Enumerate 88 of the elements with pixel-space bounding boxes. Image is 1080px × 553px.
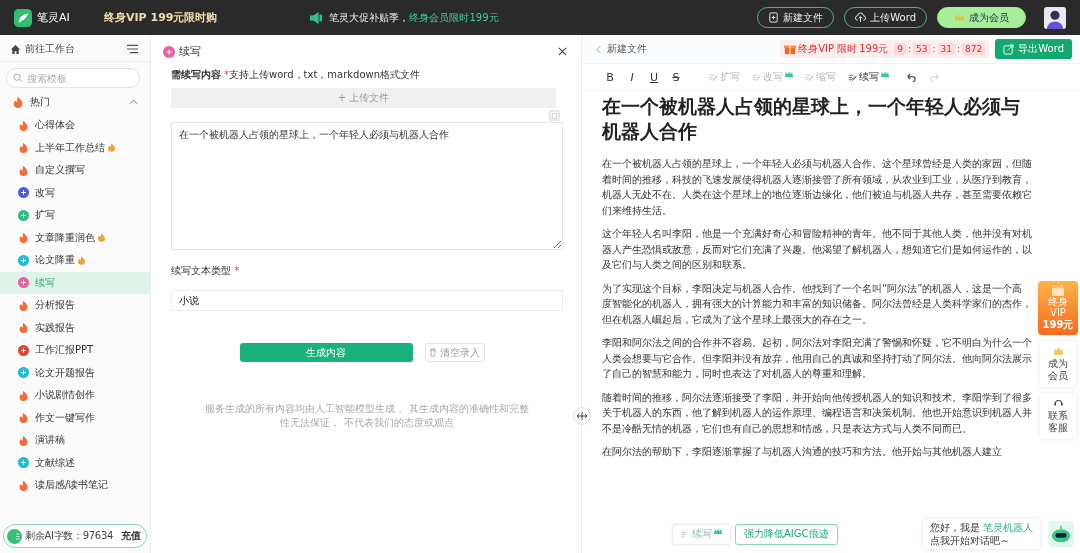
export-icon	[1003, 43, 1015, 55]
sidebar-item[interactable]: 作文一键写作	[0, 406, 150, 429]
chat-bubble[interactable]: 您好，我是 笔灵机器人 点我开始对话吧～	[922, 519, 1040, 549]
category-header[interactable]: 热门	[0, 90, 150, 114]
speaker-icon	[309, 11, 324, 24]
ai-icon	[7, 528, 22, 544]
crown-icon	[954, 12, 965, 23]
sidebar-item[interactable]: 文章降重润色	[0, 226, 150, 249]
sidebar-item[interactable]: 论文开题报告	[0, 361, 150, 384]
field-label: 需续写内容	[171, 68, 221, 82]
customer-service-button[interactable]: 联系客服	[1040, 393, 1076, 439]
menu-icon[interactable]	[127, 44, 138, 54]
field-hint: *支持上传word，txt，markdown格式文件	[224, 68, 421, 82]
file-name: 新建文件	[607, 42, 647, 56]
continue-icon	[163, 45, 175, 58]
chevron-icon	[129, 99, 138, 105]
robot-icon[interactable]	[1048, 521, 1074, 547]
workbench-link[interactable]: 前往工作台	[10, 42, 75, 56]
format-button[interactable]: U	[646, 70, 662, 84]
headset-icon	[1052, 398, 1064, 408]
sidebar-item[interactable]: 文献综述	[0, 451, 150, 474]
countdown-digit: 53	[913, 43, 931, 55]
format-button[interactable]: I	[624, 70, 640, 84]
pen-icon	[848, 72, 857, 82]
recharge-link[interactable]: 充值	[121, 529, 141, 543]
countdown-digit: 872	[962, 43, 986, 55]
sidebar-item[interactable]: 扩写	[0, 204, 150, 227]
crown-icon	[881, 70, 889, 78]
pen-icon	[709, 72, 718, 82]
document-title: 在一个被机器人占领的星球上，一个年轻人必须与机器人合作	[602, 94, 1021, 144]
membership-button[interactable]: 成为会员	[1040, 341, 1076, 387]
tool-button[interactable]: 续写	[845, 70, 892, 84]
vip-offer[interactable]: 终身VIP 限时 199元 9 : 53 : 31 : 872	[780, 40, 990, 58]
format-button[interactable]: B	[602, 70, 618, 84]
sidebar-item[interactable]: 上半年工作总结	[0, 136, 150, 159]
sidebar-item[interactable]: 自定义撰写	[0, 159, 150, 182]
avatar[interactable]	[1044, 6, 1066, 29]
sidebar-item[interactable]: 工作汇报PPT	[0, 339, 150, 362]
gift-icon	[1049, 284, 1067, 296]
sidebar-item[interactable]: 演讲稿	[0, 429, 150, 452]
sidebar-item[interactable]: 读后感/读书笔记	[0, 474, 150, 497]
paragraph: 这个年轻人名叫李阳，他是一个充满好奇心和冒险精神的青年。他不同于其他人类，他并没有对机器人产生恐惧或敌意，反而对它们充满了兴趣。他渴望了解机器人，想知道它们是如何运作的，以及它们与人类之间的区别和联系。	[602, 227, 1032, 272]
quota-text: 剩余AI字数：97634	[25, 529, 113, 543]
countdown-digit: 31	[937, 43, 956, 55]
app-name: 笔灵AI	[37, 10, 70, 25]
paragraph: 随着时间的推移，阿尔法逐渐接受了李阳，并开始向他传授机器人的知识和技术。李阳学到了很多关于机器人的东西，他了解到机器人的运作原理、编程语言和决策机制。他也开始意识到机器人并不是冷酷无情的机器，它们也有自己的思想和情感，只是表达方式与人类不同而已。	[602, 390, 1032, 436]
offer-price: 199元	[859, 42, 889, 56]
undo-icon[interactable]	[906, 72, 916, 82]
countdown-separator: :	[908, 44, 912, 54]
file-icon	[768, 12, 780, 23]
home-icon	[10, 43, 21, 55]
flame-icon	[12, 96, 24, 108]
sidebar-item[interactable]: 论文降重	[0, 249, 150, 272]
promo-banner[interactable]: 终身VIP 199元限时购	[104, 10, 218, 25]
sidebar-item[interactable]: 小说剧情创作	[0, 384, 150, 407]
resize-handle[interactable]	[573, 407, 591, 425]
vip-button[interactable]: 成为会员	[937, 7, 1026, 28]
logo-icon	[14, 8, 32, 27]
countdown-digit: 9	[894, 43, 907, 55]
paragraph: 在阿尔法的帮助下，李阳逐渐掌握了与机器人沟通的技巧和方法。他开始与其他机器人建立	[602, 445, 1003, 459]
close-icon[interactable]	[558, 47, 567, 56]
panel-title: 续写	[179, 44, 201, 59]
crown-icon	[785, 70, 793, 78]
sidebar-item[interactable]: 心得体会	[0, 114, 150, 137]
countdown-separator: :	[932, 44, 936, 54]
notice-text: 笔灵大促补贴季，终身会员限时199元	[329, 10, 499, 25]
cloud-upload-icon	[855, 12, 867, 23]
sidebar-item[interactable]: 分析报告	[0, 294, 150, 317]
search-field[interactable]: 搜索模板	[6, 68, 140, 88]
pen-icon	[805, 72, 814, 82]
format-button[interactable]: S	[668, 70, 684, 84]
search-icon	[13, 73, 23, 83]
trash-icon	[429, 348, 437, 357]
content-textarea[interactable]: 在一个被机器人占领的星球上，一个年轻人必须与机器人合作	[171, 122, 563, 250]
offer-text: 终身VIP 限时	[798, 42, 858, 56]
sidebar-item[interactable]: 实践报告	[0, 316, 150, 339]
crown-icon	[1052, 346, 1064, 356]
text-type-field[interactable]: 小说	[171, 290, 563, 311]
sidebar-item[interactable]: 改写	[0, 181, 150, 204]
crown-icon	[714, 527, 722, 535]
paragraph: 在一个被机器人占领的星球上，一个年轻人必须与机器人合作。这个星球曾经是人类的家园，但随着时间的推移，科技的飞速发展使得机器人逐渐接管了所有领域，从农业到工业，从医疗到教育，机器人无处不在。人类在这个星球上的地位逐渐边缘化，他们被迫与机器人共存，甚至需要依赖它们来维持生活。	[602, 157, 1032, 218]
pen-icon	[752, 72, 761, 82]
field-label: 续写文本类型 *	[171, 264, 240, 278]
countdown-separator: :	[957, 44, 961, 54]
disclaimer-text: 服务生成的所有内容均由人工智能模型生成， 其生成内容的准确性和完整性无法保证， 不代表我们的态度或观点	[204, 402, 530, 430]
paragraph: 为了实现这个目标，李阳决定与机器人合作。他找到了一个名叫“阿尔法”的机器人，这是一个高度智能化的机器人，拥有强大的计算能力和丰富的知识储备。阿尔法曾经是人类科学家们的杰作，但在机器人崛起后，它成为了这个星球上最强大的存在之一。	[602, 281, 1032, 327]
gift-icon	[784, 43, 797, 55]
paragraph: 李阳和阿尔法之间的合作并不容易。起初，阿尔法对李阳充满了警惕和怀疑，它不明白为什么一个人类会想要与它合作。但李阳并没有放弃，他用自己的真诚和坚持打动了阿尔法。他向阿尔法展示了自己的智慧和能力，同时也表达了对机器人的尊重和理解。	[602, 336, 1032, 381]
